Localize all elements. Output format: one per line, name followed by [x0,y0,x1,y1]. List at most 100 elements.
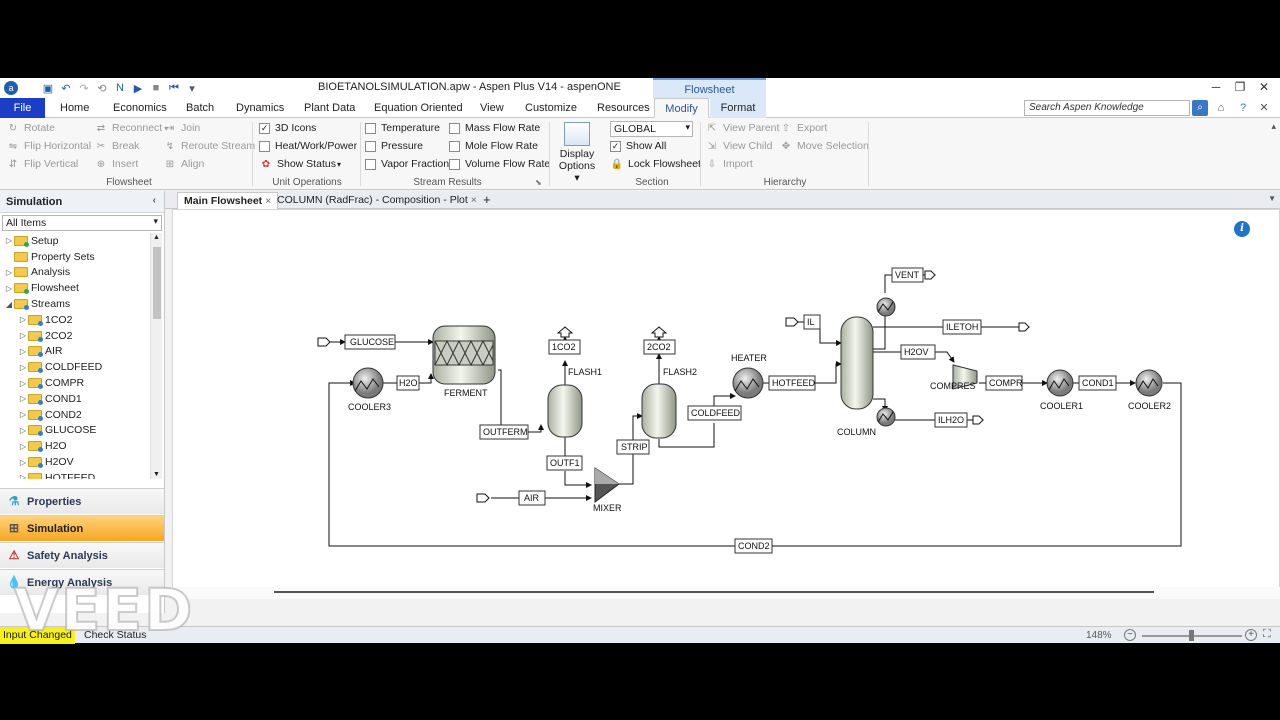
stream-vent[interactable]: VENT [891,267,924,283]
expand-icon[interactable]: ▷ [18,315,28,324]
show-status-button[interactable]: ✿ Show Status ▾ [259,158,341,170]
save-icon[interactable]: ▣ [40,80,56,96]
tab-format[interactable]: Format [710,98,766,118]
block-flash2[interactable]: FLASH2 [641,367,697,439]
tab-dynamics[interactable]: Dynamics [230,98,290,118]
expand-icon[interactable]: ▷ [4,268,14,277]
minimize-icon[interactable]: ─ [1204,78,1228,96]
expand-icon[interactable]: ▷ [18,379,28,388]
view-child-button[interactable]: ⇲ View Child [705,140,773,152]
align-button[interactable]: ⊞ Align [163,158,205,170]
collapse-icon[interactable]: ‹ [153,195,156,206]
stream-strip[interactable]: STRIP [616,439,650,455]
tab-resources[interactable]: Resources [591,98,656,118]
expand-icon[interactable]: ▷ [18,363,28,372]
tab-view[interactable]: View [474,98,510,118]
tab-economics[interactable]: Economics [107,98,173,118]
stream-cond2[interactable]: COND2 [734,538,773,554]
scroll-up-icon[interactable]: ▲ [153,234,160,241]
close-tab-icon[interactable]: × [471,194,477,206]
block-compres[interactable]: COMPRES [930,364,978,391]
home-icon[interactable]: ⌂ [1214,101,1228,115]
scrollbar-thumb[interactable] [153,247,161,319]
stream-glucose[interactable]: GLUCOSE [344,334,396,350]
tree-item[interactable]: ▷ COMPR [0,375,150,391]
display-options-button[interactable]: Display Options ▾ [556,122,598,184]
fit-to-window-icon[interactable]: ⛶ [1263,628,1271,641]
expand-icon[interactable]: ▷ [18,442,28,451]
stream-hotfeed[interactable]: HOTFEED [768,375,816,391]
info-icon[interactable]: i [1234,221,1250,237]
join-button[interactable]: ⇥ Join [163,122,200,134]
nav-button-simulation[interactable]: ⊞ Simulation [0,515,164,541]
expand-icon[interactable]: ▷ [18,331,28,340]
tab-file[interactable]: File [0,98,45,118]
stream-outferm[interactable]: OUTFERM [479,424,529,440]
close-icon[interactable]: ✕ [1252,78,1276,96]
expand-icon[interactable]: ▷ [18,394,28,403]
block-cooler2[interactable]: COOLER2 [1128,369,1171,411]
search-icon[interactable]: ⌕ [1192,100,1208,116]
stream-coldfeed[interactable]: COLDFEED [687,405,742,421]
zoom-out-icon[interactable]: − [1124,629,1136,641]
stream-compr[interactable]: COMPR [985,375,1023,391]
block-ferment[interactable]: FERMENT [432,325,496,398]
tree-item[interactable]: ▷ 2CO2 [0,328,150,344]
block-reboiler[interactable] [876,407,896,427]
restore-icon[interactable]: ❐ [1228,78,1252,96]
tab-plant-data[interactable]: Plant Data [298,98,361,118]
tree-item[interactable]: ▷ COND1 [0,391,150,407]
redo-icon[interactable]: ↷ [76,80,92,96]
stream-h2ov[interactable]: H2OV [900,344,936,360]
tab-column-composition-plot[interactable]: COLUMN (RadFrac) - Composition - Plot × [271,192,483,209]
tree-item[interactable]: ▷ GLUCOSE [0,423,150,439]
pressure-checkbox[interactable]: Pressure [365,140,423,152]
help-icon[interactable]: ? [1236,101,1250,115]
break-button[interactable]: ✂ Break [94,140,140,152]
block-cooler3[interactable]: COOLER3 [348,367,391,412]
tab-customize[interactable]: Customize [519,98,583,118]
tab-batch[interactable]: Batch [180,98,220,118]
nav-filter-select[interactable]: All Items [2,215,162,231]
import-button[interactable]: ⇩ Import [705,158,753,170]
expand-icon[interactable]: ▷ [18,347,28,356]
vapor-fraction-checkbox[interactable]: Vapor Fraction [365,158,449,170]
tab-home[interactable]: Home [54,98,95,118]
stream-air[interactable]: AIR [518,490,546,506]
stop-icon[interactable]: ■ [148,80,164,96]
lock-flowsheet-button[interactable]: 🔒 Lock Flowsheet [610,158,701,170]
tree-scrollbar[interactable]: ▲ ▼ [150,233,162,479]
scrollbar-thumb[interactable] [274,591,1154,593]
zoom-in-icon[interactable]: + [1245,629,1257,641]
mole-flow-rate-checkbox[interactable]: Mole Flow Rate [449,140,538,152]
tree-item[interactable]: ▷ H2O [0,438,150,454]
heat-work-power-checkbox[interactable]: Heat/Work/Power [259,140,357,152]
flip-vertical-button[interactable]: ⇵ Flip Vertical [6,158,78,170]
block-column[interactable]: COLUMN [837,316,876,437]
zoom-slider-thumb[interactable] [1189,630,1194,641]
reinit-icon[interactable]: ⏮ [166,80,182,96]
tree-item[interactable]: ◢ Streams [0,296,150,312]
temperature-checkbox[interactable]: Temperature [365,122,440,134]
flowsheet-canvas[interactable]: FERMENT COOLER3 FLASH1 FLASH2 MIXER HEAT… [172,209,1280,599]
view-parent-button[interactable]: ⇱ View Parent [705,122,780,134]
ribbon-collapse-icon[interactable]: ▴ [1271,121,1276,132]
stream-outf1[interactable]: OUTF1 [546,455,583,471]
tree-item[interactable]: Property Sets [0,249,150,265]
mass-flow-rate-checkbox[interactable]: Mass Flow Rate [449,122,540,134]
run-icon[interactable]: ▶ [130,80,146,96]
flip-horizontal-button[interactable]: ⇋ Flip Horizontal [6,140,91,152]
close-pane-icon[interactable]: ✕ [1257,101,1271,115]
show-all-checkbox[interactable]: ✓ Show All [610,140,666,152]
stream-ilh2o[interactable]: ILH2O [934,412,968,428]
tree-item[interactable]: ▷ H2OV [0,454,150,470]
nav-button-properties[interactable]: ⚗ Properties [0,488,164,514]
move-selection-button[interactable]: ✥ Move Selection [779,140,869,152]
dialog-launcher-icon[interactable]: ⬊ [535,178,542,187]
expand-icon[interactable]: ▷ [18,458,28,467]
next-icon[interactable]: N [112,80,128,96]
customize-qa-icon[interactable]: ▾ [184,80,200,96]
stream-iletoh[interactable]: ILETOH [942,319,982,335]
tab-list-icon[interactable]: ▼ [1268,194,1276,203]
nav-button-safety-analysis[interactable]: ⚠ Safety Analysis [0,542,164,568]
